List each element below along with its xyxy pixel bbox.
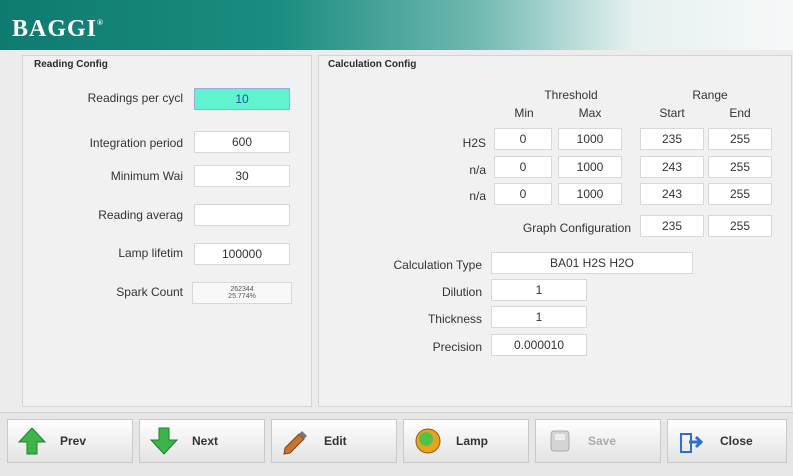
- graph-start-field[interactable]: [640, 215, 704, 237]
- arrow-up-icon: [16, 425, 48, 457]
- range-start-field[interactable]: [640, 156, 704, 178]
- threshold-header: Threshold: [544, 88, 598, 102]
- range-end-field[interactable]: [708, 183, 772, 205]
- spark-count-line1: 262344: [230, 286, 254, 293]
- integration-period-label: Integration period: [89, 136, 183, 150]
- readings-per-cycle-label: Readings per cycl: [87, 91, 183, 105]
- threshold-max-field[interactable]: [558, 183, 622, 205]
- spark-count-line2: 25.774%: [228, 293, 256, 300]
- dilution-label: Dilution: [441, 285, 482, 299]
- app-header: BAGGI®: [0, 0, 793, 50]
- threshold-max-field[interactable]: [558, 128, 622, 150]
- thickness-field[interactable]: [491, 306, 587, 328]
- precision-field[interactable]: [491, 334, 587, 356]
- bottom-toolbar: Prev Next Edit Lamp Save Close: [0, 412, 793, 476]
- calculation-type-label: Calculation Type: [393, 258, 483, 272]
- arrow-down-icon: [148, 425, 180, 457]
- range-header: Range: [692, 88, 728, 102]
- save-button[interactable]: Save: [535, 419, 661, 463]
- min-header: Min: [514, 106, 534, 120]
- threshold-row-label: H2S: [462, 136, 486, 150]
- edit-label: Edit: [324, 434, 347, 448]
- thickness-label: Thickness: [427, 312, 482, 326]
- spark-count-value: 262344 25.774%: [192, 282, 292, 304]
- integration-period-field[interactable]: [194, 131, 290, 153]
- pencil-icon: [280, 425, 312, 457]
- reading-average-label: Reading averag: [98, 208, 183, 222]
- close-label: Close: [720, 434, 753, 448]
- next-label: Next: [192, 434, 219, 448]
- threshold-row-label: n/a: [469, 163, 486, 177]
- graph-end-field[interactable]: [708, 215, 772, 237]
- readings-per-cycle-field[interactable]: [194, 88, 290, 110]
- minimum-wait-field[interactable]: [194, 165, 290, 187]
- lamp-lifetime-field[interactable]: [194, 243, 290, 265]
- range-end-field[interactable]: [708, 156, 772, 178]
- calculation-type-field[interactable]: [491, 252, 693, 274]
- baggi-logo: BAGGI®: [12, 16, 104, 42]
- graph-configuration-label: Graph Configuration: [522, 221, 631, 235]
- edit-button[interactable]: Edit: [271, 419, 397, 463]
- minimum-wait-label: Minimum Wai: [110, 169, 183, 183]
- start-header: Start: [659, 106, 685, 120]
- max-header: Max: [578, 106, 602, 120]
- next-button[interactable]: Next: [139, 419, 265, 463]
- reading-config-title: Reading Config: [34, 59, 108, 70]
- prev-button[interactable]: Prev: [7, 419, 133, 463]
- save-icon: [544, 425, 576, 457]
- range-start-field[interactable]: [640, 183, 704, 205]
- lamp-icon: [412, 425, 444, 457]
- close-exit-icon: [676, 425, 708, 457]
- save-label: Save: [588, 434, 617, 448]
- lamp-label: Lamp: [456, 434, 489, 448]
- reading-average-field[interactable]: [194, 204, 290, 226]
- lamp-button[interactable]: Lamp: [403, 419, 529, 463]
- range-end-field[interactable]: [708, 128, 772, 150]
- calculation-config-title: Calculation Config: [328, 59, 417, 70]
- threshold-min-field[interactable]: [494, 156, 552, 178]
- threshold-max-field[interactable]: [558, 156, 622, 178]
- lamp-lifetime-label: Lamp lifetim: [118, 246, 183, 260]
- dilution-field[interactable]: [491, 279, 587, 301]
- close-button[interactable]: Close: [667, 419, 787, 463]
- end-header: End: [729, 106, 751, 120]
- prev-label: Prev: [60, 434, 87, 448]
- range-start-field[interactable]: [640, 128, 704, 150]
- spark-count-label: Spark Count: [116, 285, 183, 299]
- threshold-row-label: n/a: [469, 189, 486, 203]
- threshold-min-field[interactable]: [494, 128, 552, 150]
- threshold-min-field[interactable]: [494, 183, 552, 205]
- precision-label: Precision: [432, 340, 482, 354]
